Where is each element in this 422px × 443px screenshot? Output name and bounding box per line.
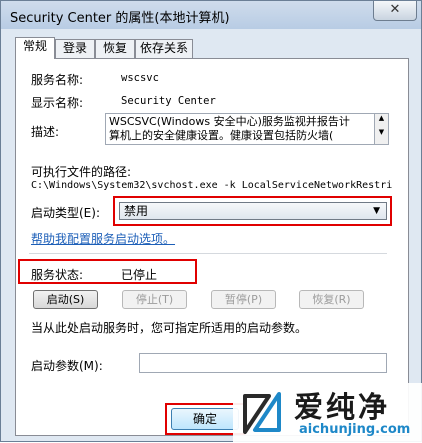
title-bar[interactable]: Security Center 的属性(本地计算机) ✕ xyxy=(1,1,421,29)
pause-button[interactable]: 暂停(P) xyxy=(211,290,276,309)
start-button[interactable]: 启动(S) xyxy=(33,290,98,309)
exec-path-label: 可执行文件的路径: xyxy=(31,165,132,179)
watermark-url: aichunjing.com xyxy=(299,422,411,437)
help-link[interactable]: 帮助我配置服务启动选项。 xyxy=(31,230,175,247)
display-name-value: Security Center xyxy=(121,95,216,107)
start-params-input[interactable] xyxy=(139,353,387,373)
description-line-1: WSCSVC(Windows 安全中心)服务监视并报告计 xyxy=(109,115,350,128)
close-button[interactable]: ✕ xyxy=(373,1,417,21)
tab-recovery[interactable]: 恢复 xyxy=(95,39,135,58)
description-scrollbar[interactable]: ▲ ▼ xyxy=(375,113,389,145)
resume-button[interactable]: 恢复(R) xyxy=(299,290,364,309)
properties-dialog: Security Center 的属性(本地计算机) ✕ 常规 登录 恢复 依存… xyxy=(0,0,422,443)
divider xyxy=(29,253,387,254)
start-params-label: 启动参数(M): xyxy=(31,359,103,373)
start-params-hint: 当从此处启动服务时，您可指定所适用的启动参数。 xyxy=(31,321,308,335)
watermark-logo-icon xyxy=(243,392,281,434)
startup-type-highlight xyxy=(113,196,392,226)
stop-button[interactable]: 停止(T) xyxy=(122,290,187,309)
close-icon: ✕ xyxy=(389,2,401,17)
display-name-label: 显示名称: xyxy=(31,96,84,110)
tab-dependencies[interactable]: 依存关系 xyxy=(135,39,193,58)
exec-path-value: C:\Windows\System32\svchost.exe -k Local… xyxy=(31,180,393,191)
scroll-down-icon: ▼ xyxy=(378,128,385,136)
status-highlight xyxy=(18,259,197,284)
service-name-label: 服务名称: xyxy=(31,73,84,87)
watermark-brand: 爱纯净 xyxy=(294,390,391,424)
scroll-up-icon: ▲ xyxy=(378,114,385,122)
service-name-value: wscsvc xyxy=(121,72,159,84)
description-textbox[interactable]: WSCSVC(Windows 安全中心)服务监视并报告计 算机上的安全健康设置。… xyxy=(105,113,375,145)
tab-logon[interactable]: 登录 xyxy=(55,39,95,58)
description-line-2: 算机上的安全健康设置。健康设置包括防火墙( xyxy=(109,129,334,142)
tab-general[interactable]: 常规 xyxy=(15,37,55,59)
window-title: Security Center 的属性(本地计算机) xyxy=(10,11,230,26)
description-label: 描述: xyxy=(31,125,60,139)
startup-type-label: 启动类型(E): xyxy=(31,206,100,220)
